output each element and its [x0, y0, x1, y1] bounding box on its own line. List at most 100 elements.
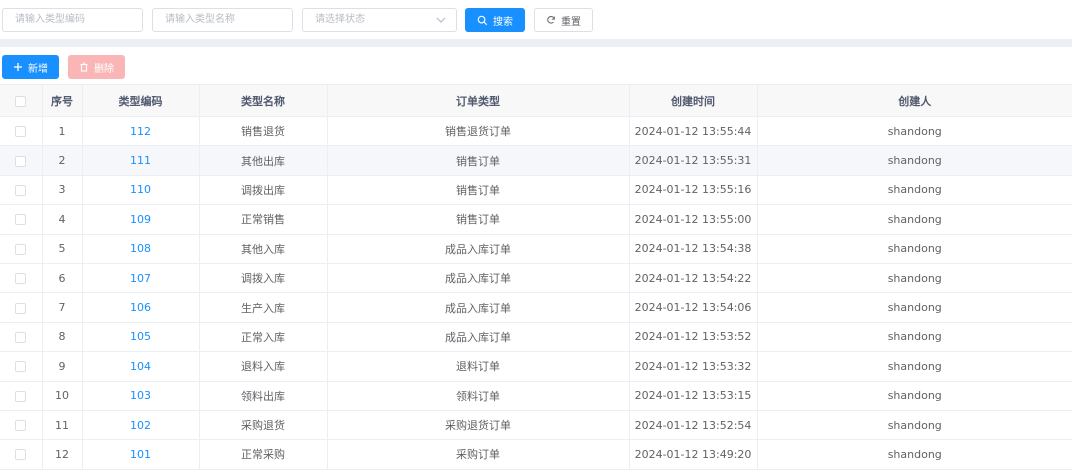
row-created-at-cell: 2024-01-12 13:55:16	[629, 175, 758, 206]
row-type-code-link[interactable]: 112	[130, 125, 151, 138]
row-checkbox-cell[interactable]	[0, 439, 43, 470]
select-all-checkbox[interactable]	[15, 95, 27, 107]
row-type-code-link[interactable]: 105	[130, 330, 151, 343]
row-index-cell: 10	[42, 381, 83, 411]
row-checkbox[interactable]	[15, 184, 27, 196]
row-type-code-link-cell: 106	[82, 292, 200, 323]
row-checkbox[interactable]	[15, 361, 27, 373]
row-type-name: 退料入库	[241, 360, 285, 374]
row-type-code-link[interactable]: 104	[130, 360, 151, 373]
table-row[interactable]: 11 102 采购退货 采购退货订单 2024-01-12 13:52:54 shando…	[0, 410, 1072, 441]
row-index-cell: 5	[42, 234, 83, 264]
row-checkbox[interactable]	[15, 155, 27, 167]
row-type-code-link-cell: 102	[82, 410, 200, 441]
row-creator-cell: shandong	[757, 292, 1072, 323]
add-button[interactable]: 新增	[2, 55, 59, 79]
row-type-code-link[interactable]: 106	[130, 301, 151, 314]
row-checkbox[interactable]	[15, 331, 27, 343]
row-checkbox[interactable]	[15, 449, 27, 461]
table-row[interactable]: 7 106 生产入库 成品入库订单 2024-01-12 13:54:06 shandon…	[0, 292, 1072, 323]
row-type-name-cell: 正常采购	[199, 439, 328, 470]
row-type-name-cell: 其他入库	[199, 234, 328, 264]
status-select[interactable]: 请选择状态	[302, 8, 457, 32]
row-order-type-cell: 采购退货订单	[327, 410, 630, 441]
row-checkbox[interactable]	[15, 243, 27, 255]
row-type-code-link-cell: 110	[82, 175, 200, 206]
row-checkbox-cell[interactable]	[0, 410, 43, 441]
row-type-code-link[interactable]: 111	[130, 154, 151, 167]
row-checkbox-cell[interactable]	[0, 322, 43, 353]
row-type-code-link[interactable]: 109	[130, 213, 151, 226]
row-type-code-link-cell: 112	[82, 116, 200, 147]
column-header-creator: 创建人	[757, 84, 1072, 117]
row-index-cell: 2	[42, 145, 83, 176]
row-created-at: 2024-01-12 13:52:54	[634, 418, 752, 432]
row-order-type: 销售订单	[456, 183, 500, 197]
row-checkbox-cell[interactable]	[0, 234, 43, 264]
row-checkbox[interactable]	[15, 420, 27, 432]
section-divider	[0, 39, 1072, 47]
row-creator: shandong	[887, 242, 942, 256]
table-row[interactable]: 2 111 其他出库 销售订单 2024-01-12 13:55:31 shandong	[0, 145, 1072, 176]
row-checkbox[interactable]	[15, 126, 27, 138]
table-row[interactable]: 6 107 调拨入库 成品入库订单 2024-01-12 13:54:22 shandon…	[0, 263, 1072, 294]
row-creator: shandong	[887, 389, 942, 403]
row-created-at-cell: 2024-01-12 13:49:20	[629, 439, 758, 470]
row-checkbox-cell[interactable]	[0, 175, 43, 206]
row-order-type: 成品入库订单	[445, 272, 511, 286]
reset-button[interactable]: 重置	[534, 8, 593, 32]
row-index: 10	[55, 389, 69, 403]
row-type-code-link[interactable]: 107	[130, 272, 151, 285]
row-order-type: 成品入库订单	[445, 330, 511, 344]
row-type-name: 调拨入库	[241, 272, 285, 286]
row-type-code-link[interactable]: 108	[130, 242, 151, 255]
row-type-name-cell: 生产入库	[199, 292, 328, 323]
row-index: 8	[58, 330, 66, 344]
trash-icon	[80, 62, 88, 72]
row-created-at-cell: 2024-01-12 13:53:15	[629, 381, 758, 411]
type-name-input[interactable]: 请输入类型名称	[152, 8, 293, 32]
row-type-code-link[interactable]: 101	[130, 448, 151, 461]
row-checkbox[interactable]	[15, 273, 27, 285]
row-created-at-cell: 2024-01-12 13:53:32	[629, 351, 758, 382]
row-checkbox-cell[interactable]	[0, 351, 43, 382]
row-checkbox-cell[interactable]	[0, 204, 43, 235]
row-creator-cell: shandong	[757, 116, 1072, 147]
row-checkbox-cell[interactable]	[0, 292, 43, 323]
table-row[interactable]: 9 104 退料入库 退料订单 2024-01-12 13:53:32 shandong	[0, 351, 1072, 382]
row-creator-cell: shandong	[757, 204, 1072, 235]
search-button[interactable]: 搜索	[465, 8, 525, 32]
row-order-type: 销售订单	[456, 154, 500, 168]
table-row[interactable]: 4 109 正常销售 销售订单 2024-01-12 13:55:00 shandong	[0, 204, 1072, 235]
table-row[interactable]: 1 112 销售退货 销售退货订单 2024-01-12 13:55:44 shandon…	[0, 116, 1072, 147]
row-checkbox-cell[interactable]	[0, 145, 43, 176]
row-type-name-cell: 正常销售	[199, 204, 328, 235]
column-header-order-type: 订单类型	[327, 84, 630, 117]
row-type-code-link[interactable]: 103	[130, 389, 151, 402]
row-type-name: 调拨出库	[241, 183, 285, 197]
row-type-name-cell: 退料入库	[199, 351, 328, 382]
table-row[interactable]: 5 108 其他入库 成品入库订单 2024-01-12 13:54:38 shandon…	[0, 234, 1072, 264]
row-created-at: 2024-01-12 13:54:38	[634, 242, 752, 256]
row-type-name-cell: 采购退货	[199, 410, 328, 441]
row-index: 9	[58, 359, 66, 373]
row-checkbox[interactable]	[15, 390, 27, 402]
row-created-at: 2024-01-12 13:54:22	[634, 271, 752, 285]
row-checkbox-cell[interactable]	[0, 381, 43, 411]
table-row[interactable]: 8 105 正常入库 成品入库订单 2024-01-12 13:53:52 shandon…	[0, 322, 1072, 353]
row-index-cell: 4	[42, 204, 83, 235]
table-row[interactable]: 12 101 正常采购 采购订单 2024-01-12 13:49:20 shandong	[0, 439, 1072, 470]
type-code-input[interactable]: 请输入类型编码	[2, 8, 143, 32]
delete-button[interactable]: 删除	[68, 55, 125, 79]
row-checkbox[interactable]	[15, 302, 27, 314]
row-checkbox[interactable]	[15, 214, 27, 226]
table-row[interactable]: 10 103 领料出库 领料订单 2024-01-12 13:53:15 shandong	[0, 381, 1072, 411]
row-checkbox-cell[interactable]	[0, 116, 43, 147]
select-all-checkbox-cell[interactable]	[0, 84, 43, 117]
row-order-type-cell: 销售退货订单	[327, 116, 630, 147]
row-checkbox-cell[interactable]	[0, 263, 43, 294]
row-type-code-link[interactable]: 110	[130, 183, 151, 196]
row-type-code-link[interactable]: 102	[130, 419, 151, 432]
row-creator: shandong	[887, 183, 942, 197]
table-row[interactable]: 3 110 调拨出库 销售订单 2024-01-12 13:55:16 shandong	[0, 175, 1072, 206]
